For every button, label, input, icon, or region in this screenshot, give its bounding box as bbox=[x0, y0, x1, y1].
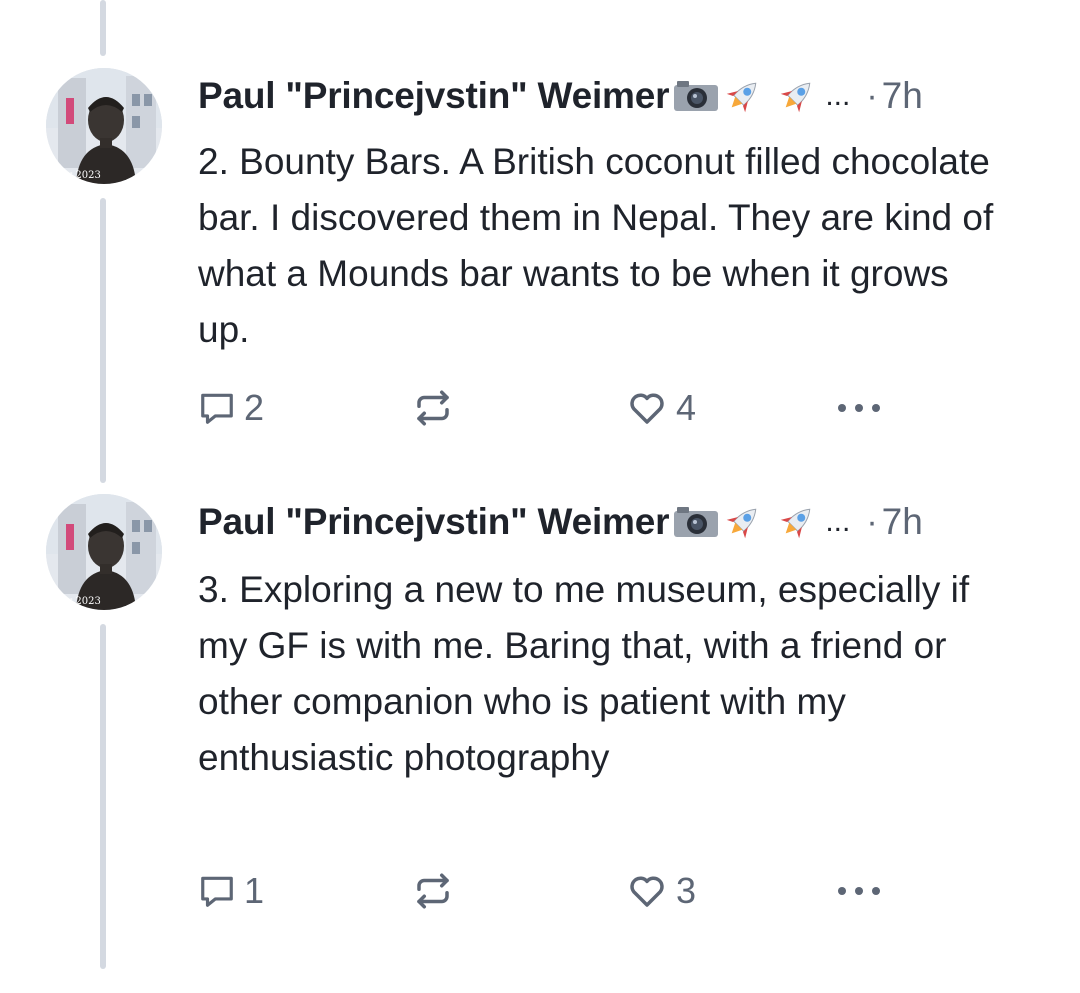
avatar-watermark: mer 2023 bbox=[52, 170, 101, 181]
post-timestamp[interactable]: 7h bbox=[882, 75, 923, 117]
avatar[interactable]: mer 2023 bbox=[46, 494, 162, 610]
post[interactable]: mer 2023 Paul "Princejvstin" Weimer ... … bbox=[0, 0, 1080, 470]
post-text: 2. Bounty Bars. A British coconut filled… bbox=[198, 141, 994, 350]
author-display-name[interactable]: Paul "Princejvstin" Weimer bbox=[198, 501, 670, 543]
more-icon bbox=[838, 404, 880, 412]
separator-dot: · bbox=[866, 76, 878, 115]
post-text: 3. Exploring a new to me museum, especia… bbox=[198, 569, 970, 778]
rocket-icon bbox=[727, 508, 757, 539]
reply-button[interactable]: 2 bbox=[198, 386, 264, 430]
post-actions: 1 3 bbox=[198, 869, 918, 913]
avatar-statue-photo: mer 2023 bbox=[46, 68, 162, 184]
post-header: Paul "Princejvstin" Weimer ... · 7h bbox=[198, 494, 1038, 550]
rocket-icon bbox=[781, 82, 811, 113]
heart-icon bbox=[630, 393, 664, 424]
like-count: 4 bbox=[676, 387, 697, 428]
separator-dot: · bbox=[866, 502, 878, 541]
more-options-button[interactable] bbox=[834, 869, 884, 913]
name-emoji-group bbox=[673, 502, 817, 542]
camera-icon bbox=[674, 507, 719, 537]
reply-icon bbox=[201, 876, 233, 907]
thread-line-2 bbox=[100, 624, 106, 969]
repost-icon bbox=[417, 390, 449, 426]
rocket-icon bbox=[781, 508, 811, 539]
post-timestamp[interactable]: 7h bbox=[882, 501, 923, 543]
avatar[interactable]: mer 2023 bbox=[46, 68, 162, 184]
repost-icon bbox=[417, 873, 449, 909]
author-display-name[interactable]: Paul "Princejvstin" Weimer bbox=[198, 75, 670, 117]
avatar-watermark: mer 2023 bbox=[52, 596, 101, 607]
reply-button[interactable]: 1 bbox=[198, 869, 264, 913]
rocket-icon bbox=[727, 82, 757, 113]
name-truncation: ... bbox=[825, 79, 851, 112]
reply-count: 1 bbox=[244, 870, 265, 911]
reply-icon bbox=[201, 393, 233, 424]
post-actions: 2 4 bbox=[198, 386, 918, 430]
more-options-button[interactable] bbox=[834, 386, 884, 430]
repost-button[interactable] bbox=[412, 386, 462, 430]
heart-icon bbox=[630, 876, 664, 907]
avatar-statue-photo: mer 2023 bbox=[46, 494, 162, 610]
like-button[interactable]: 4 bbox=[626, 386, 696, 430]
reply-count: 2 bbox=[244, 387, 265, 428]
like-count: 3 bbox=[676, 870, 697, 911]
like-button[interactable]: 3 bbox=[626, 869, 696, 913]
repost-button[interactable] bbox=[412, 869, 462, 913]
name-truncation: ... bbox=[825, 505, 851, 538]
more-icon bbox=[838, 887, 880, 895]
post-header: Paul "Princejvstin" Weimer ... · 7h bbox=[198, 68, 1038, 124]
camera-icon bbox=[674, 81, 719, 111]
name-emoji-group bbox=[673, 76, 817, 116]
